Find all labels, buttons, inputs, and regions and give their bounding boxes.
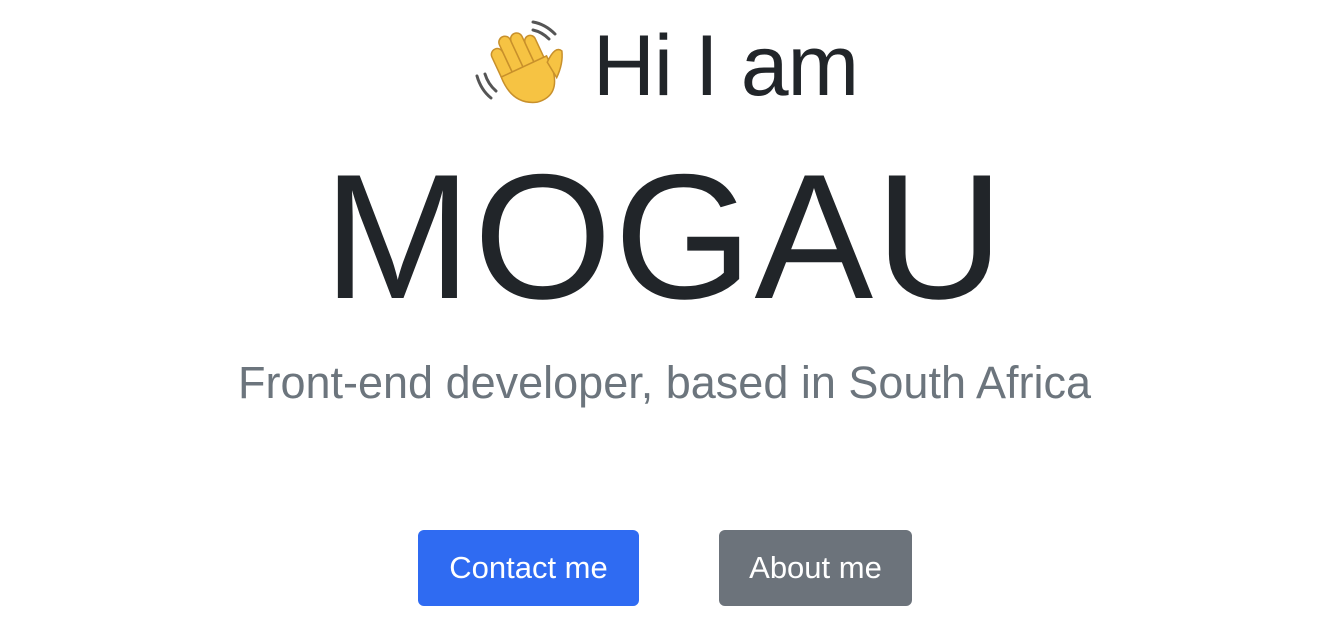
- page-title: MOGAU: [323, 137, 1006, 336]
- hero-section: Hi I am MOGAU Front-end developer, based…: [0, 0, 1329, 622]
- contact-me-button[interactable]: Contact me: [418, 530, 639, 606]
- greeting-row: Hi I am: [0, 14, 1329, 118]
- tagline: Front-end developer, based in South Afri…: [237, 357, 1092, 408]
- waving-hand-icon: [471, 16, 571, 116]
- greeting-text: Hi I am: [592, 18, 859, 114]
- about-me-button[interactable]: About me: [719, 530, 912, 606]
